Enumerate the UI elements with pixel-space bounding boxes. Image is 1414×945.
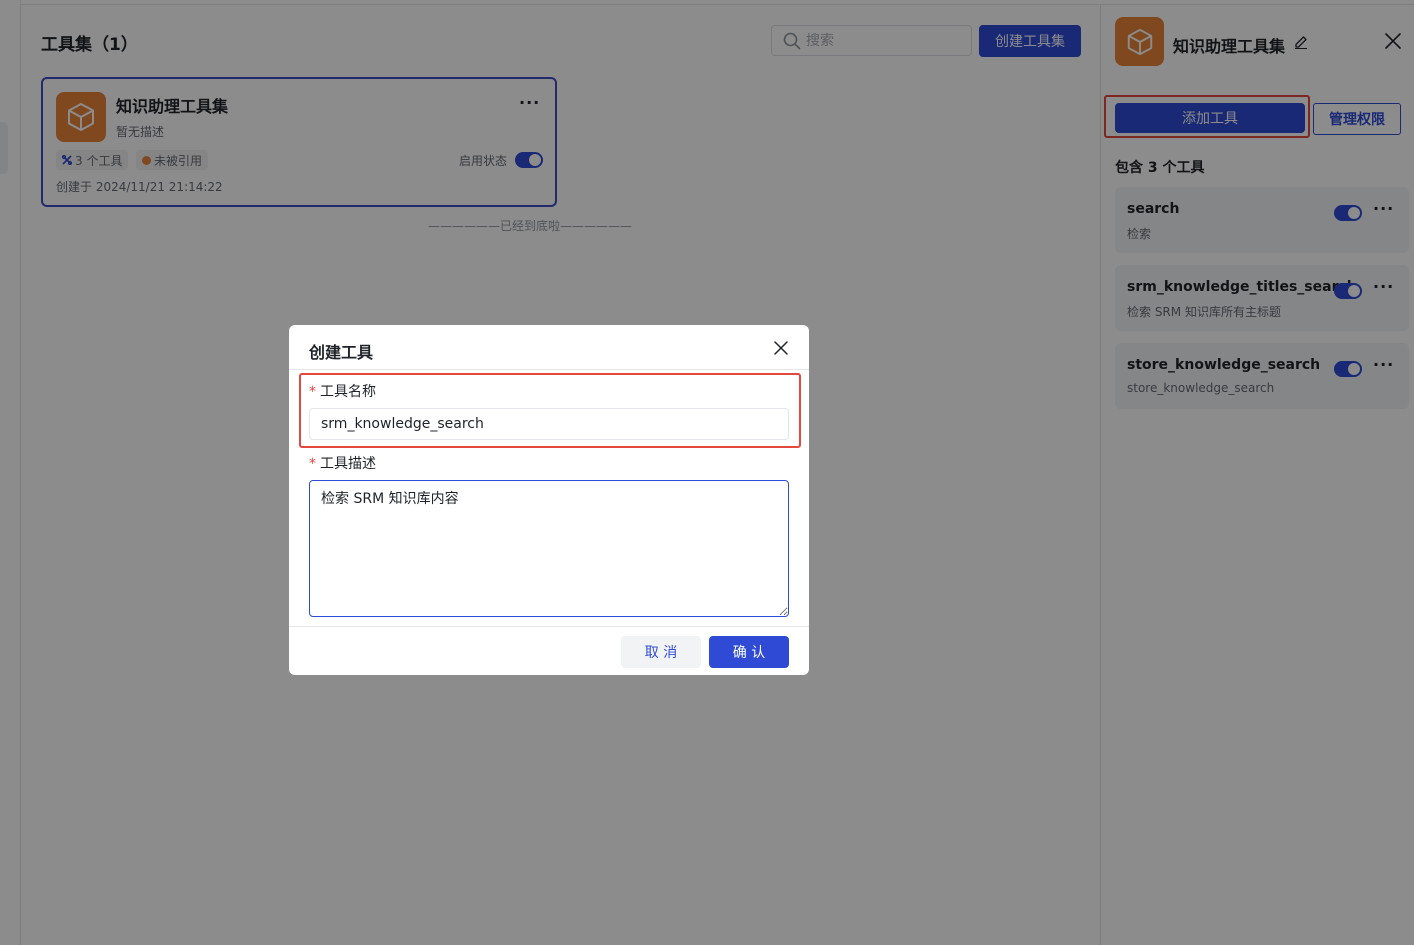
required-mark: *: [309, 384, 316, 400]
modal-header: 创建工具: [289, 325, 809, 370]
tool-name-input[interactable]: [309, 408, 789, 440]
modal-title: 创建工具: [309, 343, 374, 362]
tool-desc-label: * 工具描述: [309, 453, 376, 473]
confirm-button[interactable]: 确 认: [709, 636, 789, 668]
cancel-button[interactable]: 取 消: [621, 636, 701, 668]
tool-description-textarea[interactable]: 检索 SRM 知识库内容: [309, 480, 789, 617]
required-mark: *: [309, 456, 316, 472]
close-icon[interactable]: [773, 340, 789, 356]
create-tool-modal: 创建工具 *工具名称 *工具描述 检索 SRM 知识库内容 取 消 确 认: [289, 325, 809, 675]
modal-footer: 取 消 确 认: [289, 626, 809, 675]
tool-desc-label-text: 工具描述: [320, 456, 376, 472]
tool-name-label-text: 工具名称: [320, 384, 376, 400]
tool-name-label: * 工具名称: [309, 381, 376, 401]
